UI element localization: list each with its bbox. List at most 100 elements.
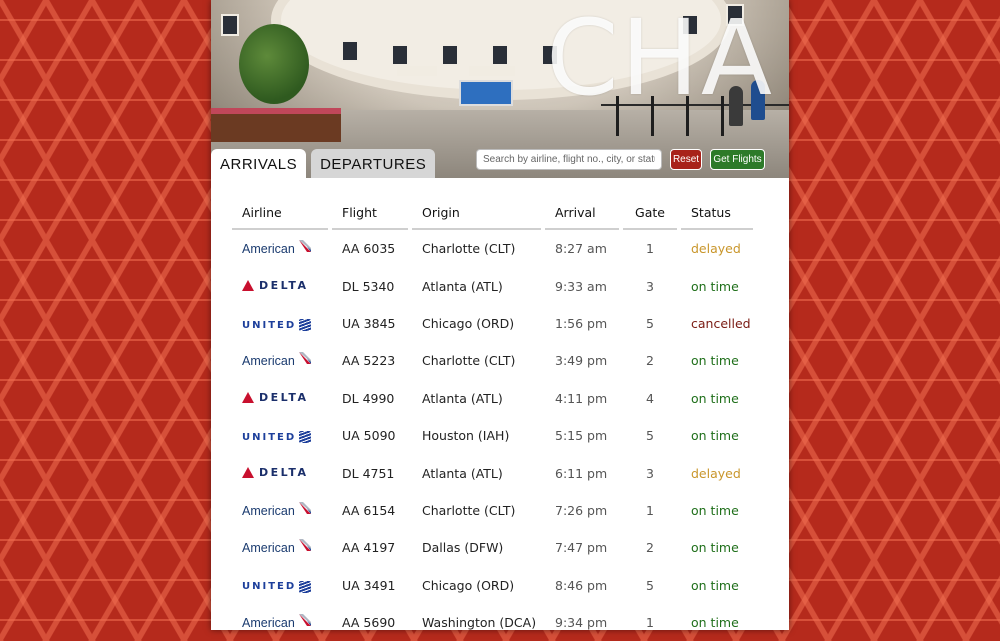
airline-name: American (242, 354, 295, 369)
cell-airline: American (232, 342, 328, 379)
cell-flight: UA 3845 (342, 315, 396, 331)
search-input[interactable] (476, 149, 662, 170)
cell-flight: AA 6154 (342, 502, 396, 518)
column-header-origin[interactable]: Origin (412, 196, 541, 230)
american-flag-icon (298, 240, 311, 253)
cell-airline: UNITED (232, 567, 328, 604)
cell-gate: 5 (646, 577, 654, 593)
cell-flight: DL 5340 (342, 278, 395, 294)
airline-name: UNITED (242, 319, 297, 331)
cell-gate: 4 (646, 390, 654, 406)
table-row[interactable]: UNITED UA 3845 Chicago (ORD) 1:56 pm 5 cancel… (232, 305, 753, 342)
cell-arrival: 6:11 pm (555, 465, 608, 481)
united-logo: UNITED (242, 431, 312, 444)
table-header-row: Airline Flight Origin Arrival Gate Statu… (232, 196, 753, 230)
cell-gate: 1 (646, 241, 654, 257)
cell-flight: DL 4990 (342, 390, 395, 406)
status-badge: on time (691, 615, 739, 631)
indoor-tree (239, 24, 309, 104)
cell-origin: Charlotte (CLT) (422, 502, 516, 518)
table-row[interactable]: DELTA DL 4751 Atlanta (ATL) 6:11 pm 3 delayed (232, 454, 753, 491)
cell-arrival: 4:11 pm (555, 390, 608, 406)
cell-flight: AA 4197 (342, 540, 396, 556)
table-row[interactable]: DELTA DL 4990 Atlanta (ATL) 4:11 pm 4 on time (232, 380, 753, 417)
united-globe-icon (299, 431, 312, 444)
status-badge: on time (691, 390, 739, 406)
american-airlines-logo: American (242, 501, 313, 518)
delta-logo: DELTA (242, 391, 309, 404)
cell-arrival: 3:49 pm (555, 353, 608, 369)
board-tabs: ARRIVALS DEPARTURES (211, 149, 440, 178)
cell-gate: 3 (646, 278, 654, 294)
cell-airline: American (232, 230, 328, 267)
cell-arrival: 7:26 pm (555, 502, 608, 518)
cell-flight: AA 5223 (342, 353, 396, 369)
reset-button[interactable]: Reset (670, 149, 702, 170)
status-badge: delayed (691, 465, 741, 481)
cell-origin: Chicago (ORD) (422, 315, 515, 331)
table-row[interactable]: DELTA DL 5340 Atlanta (ATL) 9:33 am 3 on time (232, 267, 753, 304)
cell-gate: 1 (646, 615, 654, 631)
get-flights-button[interactable]: Get Flights (710, 149, 765, 170)
cell-origin: Houston (IAH) (422, 428, 510, 444)
cell-gate: 1 (646, 502, 654, 518)
arrivals-table: Airline Flight Origin Arrival Gate Statu… (228, 196, 757, 641)
airport-code: CHA (546, 0, 774, 119)
column-header-arrival[interactable]: Arrival (545, 196, 619, 230)
cell-gate: 5 (646, 315, 654, 331)
united-logo: UNITED (242, 580, 312, 593)
delta-widget-icon (242, 466, 254, 478)
american-airlines-logo: American (242, 352, 313, 369)
cell-arrival: 1:56 pm (555, 315, 608, 331)
status-badge: on time (691, 353, 739, 369)
tab-arrivals[interactable]: ARRIVALS (211, 149, 307, 178)
cell-flight: UA 5090 (342, 428, 396, 444)
american-airlines-logo: American (242, 539, 313, 555)
delta-widget-icon (242, 391, 254, 403)
table-body: American AA 6035 Charlotte (CLT) 8:27 am 1 de… (232, 230, 753, 641)
table-row[interactable]: UNITED UA 3491 Chicago (ORD) 8:46 pm 5 on tim… (232, 567, 753, 604)
american-flag-icon (298, 614, 311, 627)
status-badge: on time (691, 278, 739, 294)
cell-gate: 2 (646, 353, 654, 369)
cell-origin: Atlanta (ATL) (422, 278, 503, 294)
cell-airline: American (232, 604, 328, 641)
status-badge: on time (691, 502, 739, 518)
cell-gate: 3 (646, 465, 654, 481)
table-row[interactable]: American AA 5690 Washington (DCA) 9:34 pm 1 o… (232, 604, 753, 641)
cell-arrival: 8:46 pm (555, 577, 608, 593)
cell-airline: American (232, 529, 328, 566)
cell-flight: UA 3491 (342, 577, 396, 593)
terminal-screen (459, 80, 513, 106)
column-header-airline[interactable]: Airline (232, 196, 328, 230)
table-row[interactable]: American AA 6154 Charlotte (CLT) 7:26 pm 1 on… (232, 492, 753, 529)
cell-arrival: 5:15 pm (555, 428, 608, 444)
column-header-gate[interactable]: Gate (623, 196, 677, 230)
table-row[interactable]: American AA 5223 Charlotte (CLT) 3:49 pm 2 on… (232, 342, 753, 379)
cell-flight: DL 4751 (342, 465, 395, 481)
cell-origin: Atlanta (ATL) (422, 465, 503, 481)
status-badge: on time (691, 428, 739, 444)
cell-origin: Washington (DCA) (422, 615, 537, 631)
cell-airline: DELTA (232, 380, 328, 417)
american-flag-icon (298, 539, 311, 552)
column-header-status[interactable]: Status (681, 196, 753, 230)
status-badge: on time (691, 577, 739, 593)
cell-flight: AA 5690 (342, 615, 396, 631)
table-row[interactable]: American AA 4197 Dallas (DFW) 7:47 pm 2 on ti… (232, 529, 753, 566)
united-globe-icon (299, 580, 312, 593)
airline-name: American (242, 503, 295, 518)
american-flag-icon (298, 352, 311, 365)
cell-origin: Chicago (ORD) (422, 577, 515, 593)
cell-origin: Charlotte (CLT) (422, 241, 516, 257)
terminal-window (341, 40, 359, 62)
table-row[interactable]: UNITED UA 5090 Houston (IAH) 5:15 pm 5 on tim… (232, 417, 753, 454)
cell-origin: Atlanta (ATL) (422, 390, 503, 406)
american-airlines-logo: American (242, 240, 313, 256)
delta-logo: DELTA (242, 466, 309, 479)
column-header-flight[interactable]: Flight (332, 196, 408, 230)
table-row[interactable]: American AA 6035 Charlotte (CLT) 8:27 am 1 de… (232, 230, 753, 267)
cell-airline: DELTA (232, 454, 328, 491)
cell-gate: 5 (646, 428, 654, 444)
tab-departures[interactable]: DEPARTURES (311, 149, 436, 178)
